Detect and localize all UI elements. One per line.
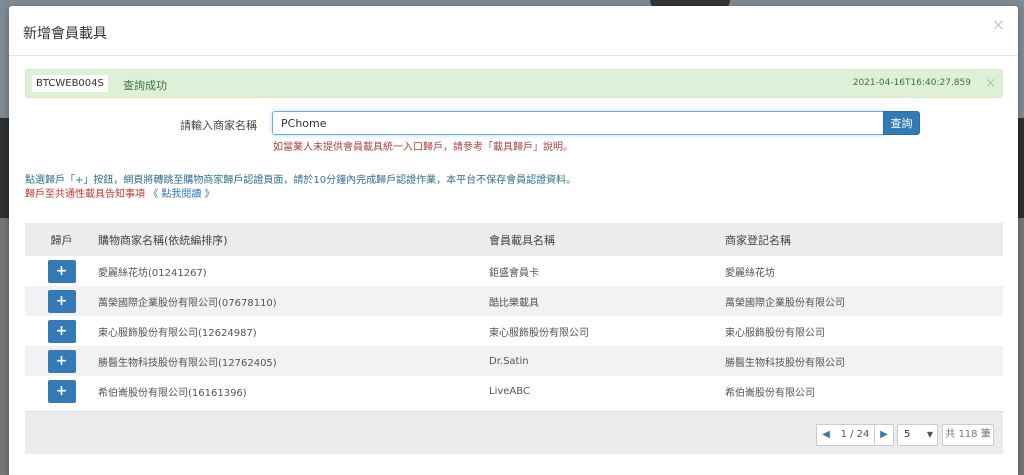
table-row: + 萬榮國際企業股份有限公司(07678110) 酷比樂載具 萬榮國際企業股份有… [25, 286, 1003, 316]
bind-plus-button[interactable]: + [47, 319, 76, 343]
bind-cell: + [25, 376, 98, 406]
table-row: + 愛麗絲花坊(01241267) 鉅盛會員卡 愛麗絲花坊 [25, 256, 1003, 286]
total-count: 共 118 筆 [942, 424, 994, 446]
page-size-value: 5 [904, 429, 911, 440]
alert-close-icon[interactable]: × [985, 76, 996, 91]
merchant-name-cell: 勝醫生物科技股份有限公司(12762405) [98, 346, 489, 376]
header-carrier-name: 會員載具名稱 [489, 223, 725, 256]
bind-plus-button[interactable]: + [47, 259, 76, 283]
merchant-search-input[interactable] [272, 111, 884, 135]
alert-code-badge: BTCWEB004S [32, 75, 108, 92]
bind-cell: + [25, 256, 98, 286]
success-alert: BTCWEB004S 查詢成功 2021-04-16T16:40:27.859 … [25, 69, 1003, 98]
chevron-down-icon: ▼ [926, 430, 933, 439]
page-size-select[interactable]: 5 ▼ [897, 424, 938, 446]
read-notice-link[interactable]: 《 點我閱讀 》 [148, 189, 214, 200]
registered-name-cell: 勝醫生物科技股份有限公司 [725, 346, 1003, 376]
alert-timestamp: 2021-04-16T16:40:27.859 [852, 78, 971, 88]
merchant-name-cell: 萬榮國際企業股份有限公司(07678110) [98, 286, 489, 316]
common-carrier-notice: 歸戶至共通性載具告知事項 《 點我閱讀 》 [25, 185, 215, 200]
next-page-icon[interactable]: ▶ [874, 424, 894, 446]
binding-instructions: 點選歸戶「+」按鈕，網頁將轉跳至購物商家歸戶認證頁面，請於10分鐘內完成歸戶認證… [25, 175, 577, 186]
bind-plus-button[interactable]: + [47, 349, 76, 373]
carrier-name-cell: 酷比樂載具 [489, 286, 725, 316]
merchant-name-cell: 東心服飾股份有限公司(12624987) [98, 316, 489, 346]
carrier-name-cell: LiveABC [489, 376, 725, 406]
bind-plus-button[interactable]: + [47, 289, 76, 313]
form-hint: 如當業人未提供會員載具統一入口歸戶，請參考「載具歸戶」說明。 [273, 138, 573, 153]
add-member-carrier-modal: 新增會員載具 × BTCWEB004S 查詢成功 2021-04-16T16:4… [9, 6, 1018, 475]
hint-text-after: 」說明。 [533, 142, 573, 153]
carrier-name-cell: 鉅盛會員卡 [489, 256, 725, 286]
common-carrier-notice-text: 歸戶至共通性載具告知事項 [25, 189, 145, 200]
search-button[interactable]: 查詢 [883, 111, 920, 135]
header-bind: 歸戶 [25, 223, 98, 256]
bind-cell: + [25, 346, 98, 376]
table-row: + 勝醫生物科技股份有限公司(12762405) Dr.Satin 勝醫生物科技… [25, 346, 1003, 376]
merchant-table: 歸戶 購物商家名稱(依統編排序) 會員載具名稱 商家登記名稱 + 愛麗絲花坊(0… [25, 223, 1003, 406]
modal-close-icon[interactable]: × [992, 15, 1005, 34]
header-registered-name: 商家登記名稱 [725, 223, 1003, 256]
hint-text-before: 如當業人未提供會員載具統一入口歸戶，請參考「 [273, 142, 493, 153]
bind-cell: + [25, 286, 98, 316]
registered-name-cell: 愛麗絲花坊 [725, 256, 1003, 286]
table-row: + 東心服飾股份有限公司(12624987) 東心服飾股份有限公司 東心服飾股份… [25, 316, 1003, 346]
table-header-row: 歸戶 購物商家名稱(依統編排序) 會員載具名稱 商家登記名稱 [25, 223, 1003, 256]
bind-cell: + [25, 316, 98, 346]
carrier-name-cell: 東心服飾股份有限公司 [489, 316, 725, 346]
bind-plus-button[interactable]: + [47, 379, 76, 403]
registered-name-cell: 希伯崙股份有限公司 [725, 376, 1003, 406]
carrier-name-cell: Dr.Satin [489, 346, 725, 376]
table-row: + 希伯崙股份有限公司(16161396) LiveABC 希伯崙股份有限公司 [25, 376, 1003, 406]
alert-message: 查詢成功 [123, 79, 167, 92]
header-merchant-name[interactable]: 購物商家名稱(依統編排序) [98, 223, 489, 256]
modal-header: 新增會員載具 × [9, 6, 1018, 56]
page-indicator: 1 / 24 [835, 424, 875, 446]
merchant-name-cell: 希伯崙股份有限公司(16161396) [98, 376, 489, 406]
pagination-bar: ◀ 1 / 24 ▶ 5 ▼ 共 118 筆 [25, 411, 1003, 454]
merchant-name-label: 請輸入商家名稱 [180, 119, 257, 132]
registered-name-cell: 東心服飾股份有限公司 [725, 316, 1003, 346]
carrier-binding-link[interactable]: 載具歸戶 [493, 142, 533, 153]
modal-title: 新增會員載具 [23, 26, 107, 42]
registered-name-cell: 萬榮國際企業股份有限公司 [725, 286, 1003, 316]
merchant-name-cell: 愛麗絲花坊(01241267) [98, 256, 489, 286]
prev-page-icon[interactable]: ◀ [816, 424, 836, 446]
